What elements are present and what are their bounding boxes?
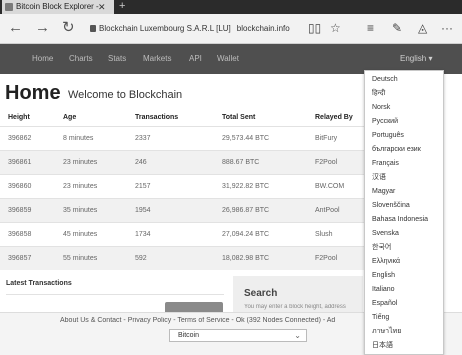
block-transactions: 592 xyxy=(127,245,214,270)
language-option[interactable]: 한국어 xyxy=(372,242,391,254)
block-height-link[interactable]: 396857 xyxy=(0,245,55,270)
tab-title: Bitcoin Block Explorer - xyxy=(16,2,99,11)
title-bar: Bitcoin Block Explorer - ✕ + xyxy=(0,0,462,14)
language-option[interactable]: Magyar xyxy=(372,186,395,198)
block-total-sent: 29,573.44 BTC xyxy=(214,125,307,150)
block-transactions: 246 xyxy=(127,149,214,174)
browser-tab[interactable]: Bitcoin Block Explorer - ✕ xyxy=(2,0,114,14)
block-height-link[interactable]: 396860 xyxy=(0,173,55,198)
language-option[interactable]: Svenska xyxy=(372,228,399,240)
nav-api[interactable]: API xyxy=(189,44,202,74)
language-option[interactable]: 日本語 xyxy=(372,340,393,352)
language-option[interactable]: Português xyxy=(372,130,404,142)
currency-select[interactable]: Bitcoin ⌄ xyxy=(169,329,307,342)
nav-home[interactable]: Home xyxy=(32,44,53,74)
back-icon[interactable]: ← xyxy=(8,20,23,36)
language-option[interactable]: English xyxy=(372,270,395,282)
address-bar: ← → ↻ Blockchain Luxembourg S.A.R.L [LU]… xyxy=(0,14,462,44)
language-option[interactable]: Bahasa Indonesia xyxy=(372,214,428,226)
language-option[interactable]: 汉语 xyxy=(372,172,386,184)
nav-stats[interactable]: Stats xyxy=(108,44,126,74)
forward-icon[interactable]: → xyxy=(35,20,50,36)
block-age: 23 minutes xyxy=(55,173,127,198)
language-option[interactable]: Français xyxy=(372,158,399,170)
language-option[interactable]: Ελληνικά xyxy=(372,256,400,268)
lock-icon xyxy=(90,25,96,32)
block-total-sent: 888.67 BTC xyxy=(214,149,307,174)
table-row: 396857 55 minutes 592 18,082.98 BTC F2Po… xyxy=(0,245,375,270)
table-row: 396859 35 minutes 1954 26,986.87 BTC Ant… xyxy=(0,197,375,222)
block-age: 35 minutes xyxy=(55,197,127,222)
search-hint: You may enter a block height, address xyxy=(244,304,346,310)
block-height-link[interactable]: 396858 xyxy=(0,221,55,246)
language-dropdown: Deutsch हिन्दी Norsk Русский Português б… xyxy=(364,70,444,355)
language-option[interactable]: Slovenščina xyxy=(372,200,410,212)
nav-markets[interactable]: Markets xyxy=(143,44,171,74)
url-field[interactable]: Blockchain Luxembourg S.A.R.L [LU] blockc… xyxy=(90,21,300,37)
language-option[interactable]: Norsk xyxy=(372,102,390,114)
more-icon[interactable]: ··· xyxy=(441,21,453,35)
hub-icon[interactable]: ≡ xyxy=(367,21,374,35)
blocks-table: Height Age Transactions Total Sent Relay… xyxy=(0,109,375,270)
web-note-icon[interactable]: ✎ xyxy=(392,21,402,35)
url-domain: blockchain.info xyxy=(236,24,290,33)
language-option[interactable]: български език xyxy=(372,144,421,156)
block-transactions: 1954 xyxy=(127,197,214,222)
nav-charts[interactable]: Charts xyxy=(69,44,93,74)
block-height-link[interactable]: 396862 xyxy=(0,125,55,150)
block-transactions: 2337 xyxy=(127,125,214,150)
search-title: Search xyxy=(244,288,278,299)
divider xyxy=(6,294,224,295)
new-tab-icon[interactable]: + xyxy=(119,0,125,13)
column-header: Total Sent xyxy=(222,113,256,121)
block-total-sent: 26,986.87 BTC xyxy=(214,197,307,222)
block-age: 45 minutes xyxy=(55,221,127,246)
block-height-link[interactable]: 396859 xyxy=(0,197,55,222)
table-row: 396858 45 minutes 1734 27,094.24 BTC Slu… xyxy=(0,221,375,246)
table-header-row: Height Age Transactions Total Sent Relay… xyxy=(0,109,375,126)
language-option[interactable]: Deutsch xyxy=(372,74,398,86)
bitcoin-favicon-icon xyxy=(5,3,13,11)
cert-owner: Blockchain Luxembourg S.A.R.L [LU] xyxy=(99,24,231,33)
page-title: Home xyxy=(5,82,61,104)
reading-view-icon[interactable]: ▯▯ xyxy=(308,21,321,35)
table-row: 396861 23 minutes 246 888.67 BTC F2Pool xyxy=(0,149,375,174)
language-option[interactable]: Русский xyxy=(372,116,398,128)
latest-transactions-title: Latest Transactions xyxy=(6,280,72,287)
table-row: 396862 8 minutes 2337 29,573.44 BTC BitF… xyxy=(0,125,375,150)
share-icon[interactable]: ◬ xyxy=(418,21,427,35)
language-option[interactable]: Italiano xyxy=(372,284,395,296)
refresh-icon[interactable]: ↻ xyxy=(62,20,75,36)
block-height-link[interactable]: 396861 xyxy=(0,149,55,174)
block-age: 55 minutes xyxy=(55,245,127,270)
table-row: 396860 23 minutes 2157 31,922.82 BTC BW.… xyxy=(0,173,375,198)
tab-close-icon[interactable]: ✕ xyxy=(98,0,106,14)
block-total-sent: 18,082.98 BTC xyxy=(214,245,307,270)
block-age: 8 minutes xyxy=(55,125,127,150)
chevron-down-icon: ⌄ xyxy=(294,331,301,340)
nav-wallet[interactable]: Wallet xyxy=(217,44,239,74)
footer-links[interactable]: About Us & Contact - Privacy Policy - Te… xyxy=(60,317,362,324)
block-total-sent: 27,094.24 BTC xyxy=(214,221,307,246)
favorite-star-icon[interactable]: ☆ xyxy=(330,21,341,35)
block-total-sent: 31,922.82 BTC xyxy=(214,173,307,198)
language-option[interactable]: Tiếng xyxy=(372,312,389,324)
language-option[interactable]: ภาษาไทย xyxy=(372,326,401,338)
page-subtitle: Welcome to Blockchain xyxy=(68,89,183,101)
language-option[interactable]: Español xyxy=(372,298,397,310)
column-header: Age xyxy=(63,113,77,121)
currency-value: Bitcoin xyxy=(178,332,200,339)
block-transactions: 1734 xyxy=(127,221,214,246)
block-age: 23 minutes xyxy=(55,149,127,174)
column-header: Transactions xyxy=(135,113,179,121)
language-option[interactable]: हिन्दी xyxy=(372,88,385,100)
column-header: Height xyxy=(8,113,30,121)
block-transactions: 2157 xyxy=(127,173,214,198)
